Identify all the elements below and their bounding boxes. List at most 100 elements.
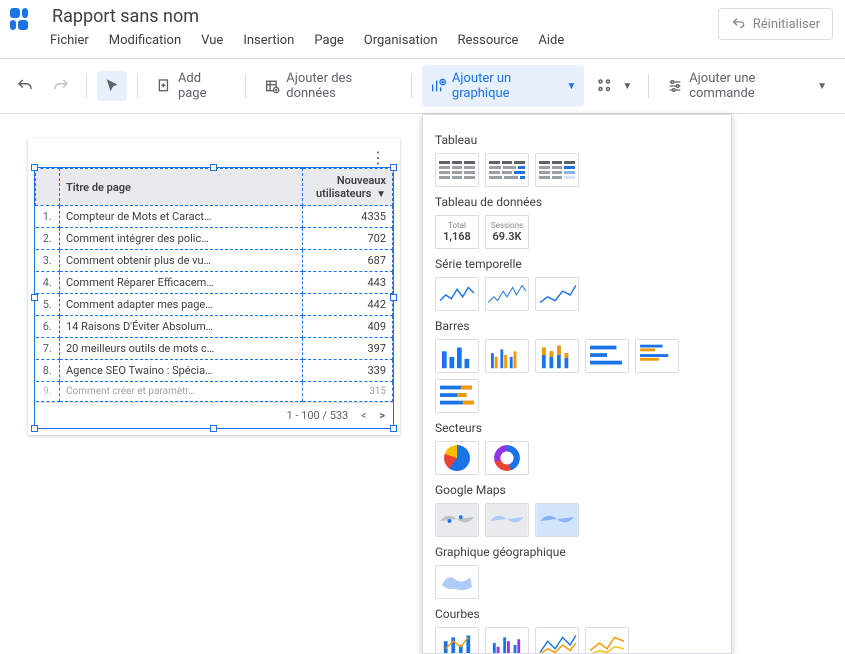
menu-file[interactable]: Fichier [50,33,89,48]
menu-page[interactable]: Page [314,33,343,48]
add-chart-button[interactable]: Ajouter un graphique ▼ [422,65,584,107]
header-bar: Rapport sans nom Fichier Modification Vu… [0,0,845,59]
chart-type-bar-3[interactable] [535,339,579,373]
selected-table[interactable]: Titre de page Nouveaux utilisateurs ▼ 1.… [34,167,394,429]
community-viz-button[interactable]: ▼ [590,71,638,101]
toolbar: Add page Ajouter des données Ajouter un … [0,59,845,114]
chart-type-geo-1[interactable] [435,565,479,599]
chart-type-timeseries-3[interactable] [535,277,579,311]
table-row[interactable]: 6.14 Raisons D'Éviter Absolum…409 [36,316,393,338]
add-page-button[interactable]: Add page [148,65,235,107]
row-index: 1. [36,206,60,228]
section-maps: Google Maps [435,483,719,497]
col-page-title[interactable]: Titre de page [60,169,303,206]
chart-type-scorecard-2[interactable]: Sessions69.3K [485,215,529,249]
chart-type-bar-h1[interactable] [585,339,629,373]
chart-type-curve-3[interactable] [535,627,579,654]
section-barres: Barres [435,319,719,333]
app-logo [10,8,36,34]
row-index: 4. [36,272,60,294]
add-data-label: Ajouter des données [286,71,393,101]
table-row[interactable]: 5.Comment adapter mes page…442 [36,294,393,316]
add-chart-label: Ajouter un graphique [452,71,559,101]
report-page: ⋮ Titre de page Nouveaux utilisateurs ▼ … [28,138,400,435]
add-control-button[interactable]: Ajouter une commande ▼ [659,65,835,107]
cell-page: 14 Raisons D'Éviter Absolum… [60,316,303,338]
reset-label: Réinitialiser [753,17,820,32]
menu-insert[interactable]: Insertion [243,33,294,48]
chart-type-pie[interactable] [435,441,479,475]
table-row[interactable]: 7.20 meilleurs outils de mots c…397 [36,338,393,360]
chart-type-map-3[interactable] [535,503,579,537]
pager-next[interactable]: > [379,409,385,422]
menu-bar: Fichier Modification Vue Insertion Page … [48,29,718,54]
row-index: 9. [36,382,60,402]
add-data-button[interactable]: Ajouter des données [256,65,401,107]
chart-type-map-2[interactable] [485,503,529,537]
chart-picker-dropdown: Tableau Tableau de données Total1,168 Se… [422,114,732,654]
table-row[interactable]: 8.Agence SEO Twaino : Spécia…339 [36,360,393,382]
cell-value: 443 [303,272,393,294]
menu-resource[interactable]: Ressource [458,33,519,48]
reset-button[interactable]: Réinitialiser [718,8,833,40]
cell-value: 339 [303,360,393,382]
canvas[interactable]: ⋮ Titre de page Nouveaux utilisateurs ▼ … [0,114,845,654]
chart-type-table-bars[interactable] [485,153,529,187]
col-new-users[interactable]: Nouveaux utilisateurs ▼ [303,169,393,206]
row-index: 7. [36,338,60,360]
cell-page: Compteur de Mots et Caract… [60,206,303,228]
undo-button[interactable] [10,71,40,101]
cell-value: 687 [303,250,393,272]
chart-type-bar-h3[interactable] [435,379,479,413]
chart-type-map-1[interactable] [435,503,479,537]
chevron-down-icon: ▼ [622,81,632,92]
menu-edit[interactable]: Modification [109,33,181,48]
cell-page: Comment intégrer des polic… [60,228,303,250]
chevron-down-icon: ▼ [566,81,576,92]
table-row[interactable]: 3.Comment obtenir plus de vu…687 [36,250,393,272]
section-geo: Graphique géographique [435,545,719,559]
undo-arrow-icon [731,16,747,32]
row-index: 5. [36,294,60,316]
table-row[interactable]: 1.Compteur de Mots et Caract…4335 [36,206,393,228]
chart-type-curve-2[interactable] [485,627,529,654]
chart-type-curve-1[interactable] [435,627,479,654]
menu-arrange[interactable]: Organisation [364,33,438,48]
row-index: 8. [36,360,60,382]
chart-type-curve-4[interactable] [585,627,629,654]
row-index: 2. [36,228,60,250]
pager-prev[interactable]: < [361,409,367,422]
cell-page: Comment adapter mes page… [60,294,303,316]
chart-type-bar-1[interactable] [435,339,479,373]
chart-type-bar-h2[interactable] [635,339,679,373]
cell-value: 702 [303,228,393,250]
chart-type-bar-2[interactable] [485,339,529,373]
section-secteurs: Secteurs [435,421,719,435]
chart-type-table-heat[interactable] [535,153,579,187]
section-courbes: Courbes [435,607,719,621]
chart-type-donut[interactable] [485,441,529,475]
chart-type-table-plain[interactable] [435,153,479,187]
cell-page: Comment créer et paramètr… [60,382,303,402]
table-row[interactable]: 4.Comment Réparer Efficacem…443 [36,272,393,294]
table-row[interactable]: 9.Comment créer et paramètr…315 [36,382,393,402]
cell-value: 397 [303,338,393,360]
menu-help[interactable]: Aide [538,33,564,48]
pager-text: 1 - 100 / 533 [286,409,348,422]
pointer-tool[interactable] [97,71,127,101]
section-tableau: Tableau [435,133,719,147]
table-row[interactable]: 2.Comment intégrer des polic…702 [36,228,393,250]
data-table: Titre de page Nouveaux utilisateurs ▼ 1.… [35,168,393,402]
section-tableau-donnees: Tableau de données [435,195,719,209]
redo-button[interactable] [46,71,76,101]
menu-view[interactable]: Vue [201,33,223,48]
chart-type-timeseries-2[interactable] [485,277,529,311]
cell-page: Agence SEO Twaino : Spécia… [60,360,303,382]
add-control-label: Ajouter une commande [689,71,809,101]
doc-title[interactable]: Rapport sans nom [48,4,718,29]
chart-type-timeseries-1[interactable] [435,277,479,311]
cell-value: 4335 [303,206,393,228]
cell-page: Comment Réparer Efficacem… [60,272,303,294]
chart-type-scorecard-1[interactable]: Total1,168 [435,215,479,249]
row-index: 3. [36,250,60,272]
